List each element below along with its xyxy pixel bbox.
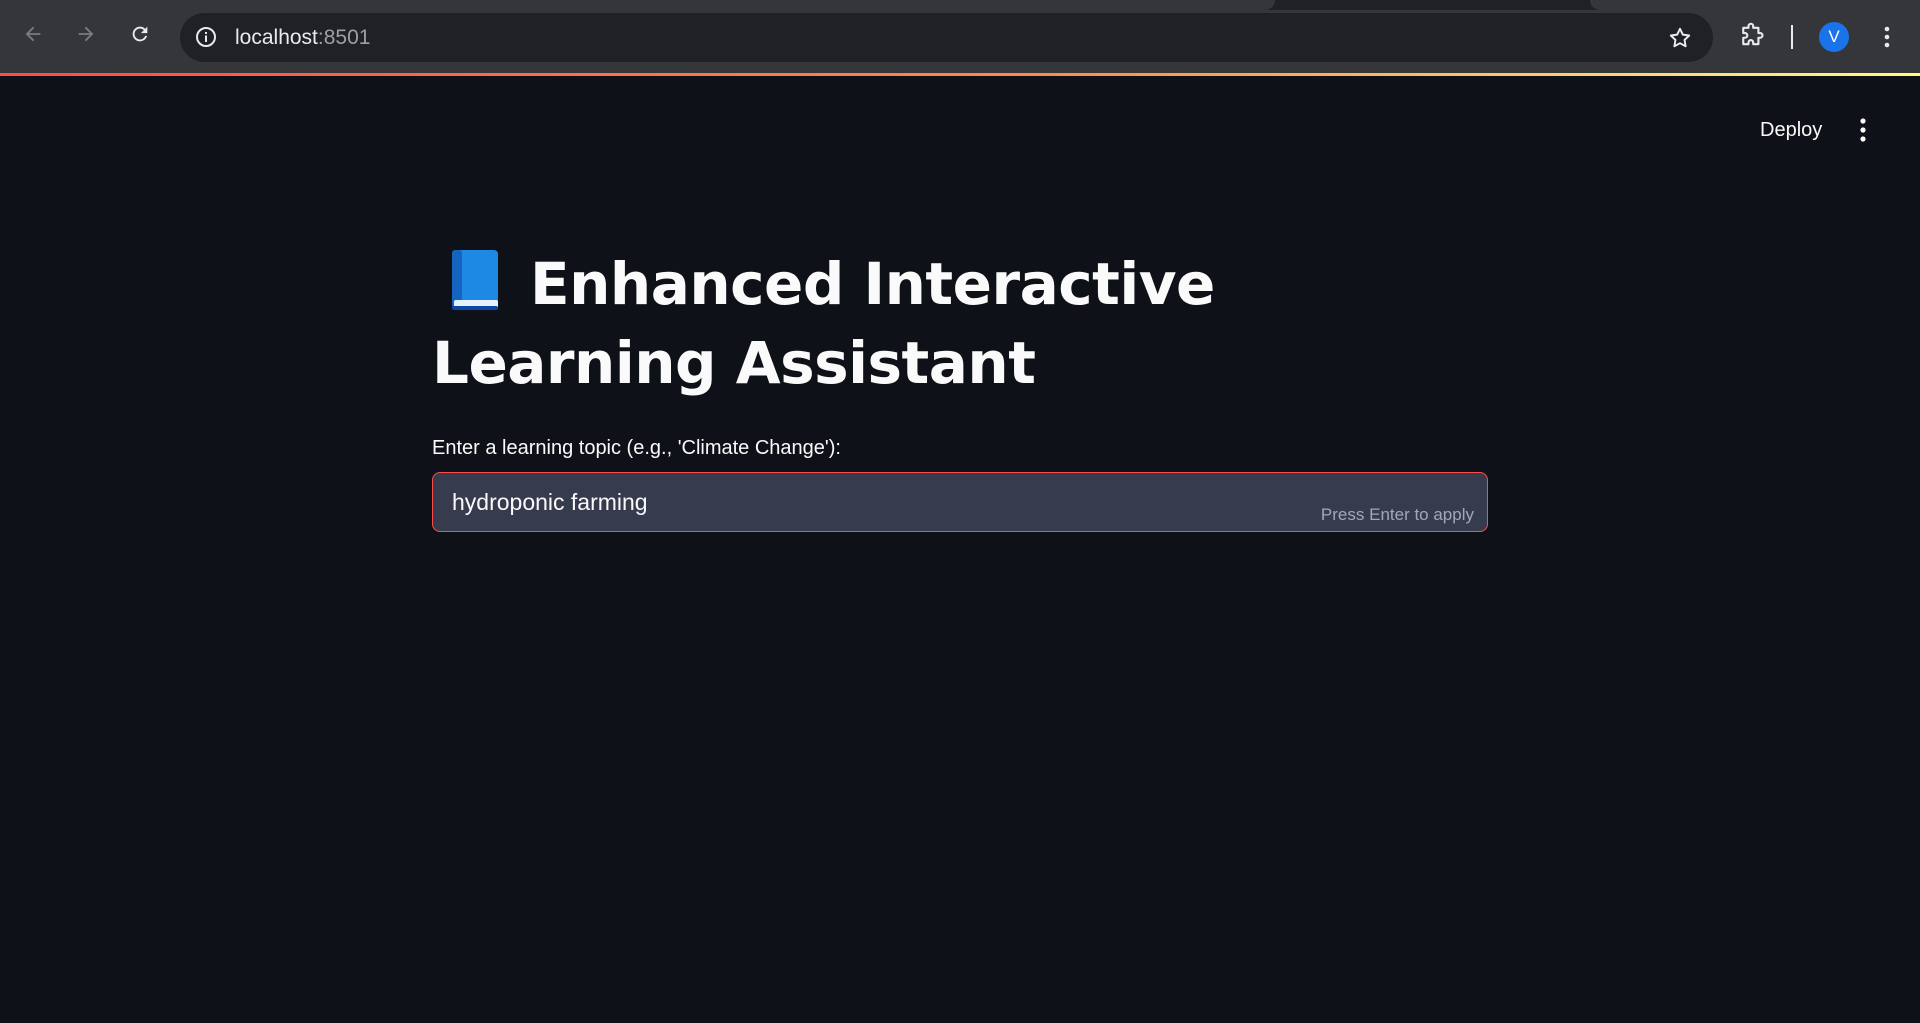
- tab-edge: [1590, 0, 1920, 10]
- arrow-left-icon: [25, 26, 41, 42]
- url-port: :8501: [317, 26, 371, 49]
- arrow-right-icon: [78, 26, 94, 42]
- tab-edge: [0, 0, 1275, 10]
- tab-strip: [0, 0, 1920, 10]
- browser-menu-icon[interactable]: [1875, 22, 1899, 52]
- page-title-block: Enhanced Interactive Learning Assistant: [432, 245, 1492, 403]
- reload-button[interactable]: [122, 16, 158, 52]
- url-host: localhost: [235, 26, 318, 49]
- topic-input-label: Enter a learning topic (e.g., 'Climate C…: [432, 437, 841, 459]
- toolbar-divider: [1791, 25, 1793, 49]
- back-button[interactable]: [15, 16, 51, 52]
- deploy-button[interactable]: Deploy: [1746, 112, 1836, 148]
- site-info-icon[interactable]: [194, 25, 218, 49]
- reload-icon: [132, 26, 148, 42]
- address-bar[interactable]: localhost:8501: [180, 13, 1713, 62]
- kebab-menu-icon: [1860, 118, 1866, 142]
- app-header-decoration: [0, 73, 1920, 76]
- bookmark-star-icon[interactable]: [1667, 25, 1693, 51]
- extensions-puzzle-icon[interactable]: [1738, 22, 1766, 50]
- forward-button[interactable]: [68, 16, 104, 52]
- page-title-text: Enhanced Interactive Learning Assistant: [432, 250, 1215, 397]
- app-main-menu-button[interactable]: [1848, 112, 1878, 148]
- url-text[interactable]: localhost:8501: [235, 26, 370, 50]
- page-title: Enhanced Interactive Learning Assistant: [432, 245, 1492, 403]
- profile-avatar[interactable]: V: [1819, 22, 1849, 52]
- topic-input-value[interactable]: hydroponic farming: [452, 489, 648, 516]
- input-instructions: Press Enter to apply: [1320, 505, 1474, 524]
- book-icon: [452, 250, 498, 310]
- topic-input[interactable]: hydroponic farming Press Enter to apply: [432, 472, 1488, 532]
- browser-toolbar: localhost:8501 V: [0, 0, 1920, 74]
